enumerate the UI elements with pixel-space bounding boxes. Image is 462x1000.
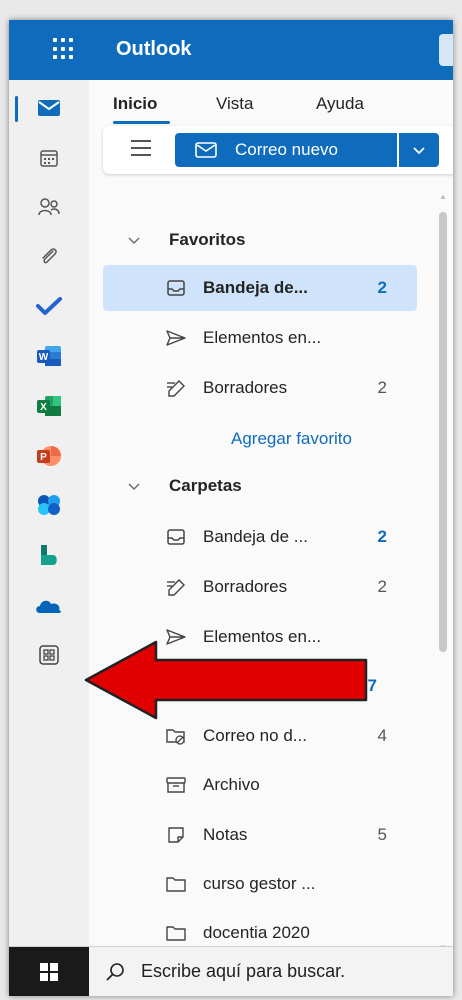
item-count: 2 [377, 577, 387, 596]
unread-count: 2 [377, 527, 387, 546]
folder-item-notes[interactable]: Notas 5 [103, 812, 417, 858]
list-item-label: Notas [203, 825, 248, 844]
folder-scrollbar[interactable]: ▲ ▼ [439, 192, 447, 952]
list-item-label: Bandeja de ... [203, 527, 308, 546]
svg-text:X: X [40, 402, 47, 413]
fav-item-sent[interactable]: Elementos en... [103, 315, 417, 361]
list-item-label: Borradores [203, 577, 288, 596]
rail-calendar[interactable] [9, 138, 89, 178]
send-icon [166, 330, 186, 346]
scroll-up-icon[interactable]: ▲ [439, 192, 447, 201]
app-title: Outlook [116, 38, 192, 60]
attach-icon [42, 248, 57, 264]
outlook-window: Outlook W X P Inicio Vista Ayuda Correo … [9, 20, 453, 996]
item-count: 4 [377, 726, 387, 745]
apps-icon [39, 645, 59, 665]
item-count: 5 [377, 825, 387, 844]
favorites-header[interactable]: Favoritos [103, 217, 417, 263]
inbox-icon [167, 529, 185, 545]
fav-item-inbox[interactable]: Bandeja de... 2 [103, 265, 417, 311]
app-launcher-icon[interactable] [53, 38, 75, 60]
folders-label: Carpetas [169, 476, 242, 495]
top-bar: Outlook [9, 20, 453, 80]
svg-text:P: P [40, 452, 47, 463]
start-button[interactable] [9, 947, 89, 996]
archive-icon [166, 777, 186, 793]
envelope-icon [195, 142, 217, 158]
office-icon [38, 495, 60, 515]
tab-selected-indicator [113, 121, 170, 124]
fav-item-drafts[interactable]: Borradores 2 [103, 365, 417, 411]
rail-bookings[interactable] [9, 535, 89, 575]
rail-onedrive[interactable] [9, 585, 89, 625]
red-arrow-annotation [84, 640, 368, 720]
onedrive-icon [36, 600, 61, 613]
svg-text:W: W [39, 352, 49, 363]
chevron-down-icon [128, 483, 140, 490]
calendar-icon [40, 150, 58, 167]
rail-word[interactable]: W [9, 336, 89, 376]
list-item-label: Archivo [203, 775, 260, 794]
junk-folder-icon [166, 729, 185, 745]
rail-powerpoint[interactable]: P [9, 436, 89, 476]
rail-apps[interactable] [9, 635, 89, 675]
folder-item-inbox[interactable]: Bandeja de ... 2 [103, 514, 417, 560]
list-item-label: Borradores [203, 378, 288, 397]
drafts-pencil-icon [167, 380, 185, 397]
windows-taskbar: Escribe aquí para buscar. [9, 946, 453, 996]
rail-mail[interactable] [9, 88, 89, 128]
todo-icon [36, 297, 62, 315]
taskbar-search-placeholder: Escribe aquí para buscar. [141, 961, 346, 981]
tab-vista[interactable]: Vista [216, 94, 254, 114]
app-rail: W X P [9, 80, 89, 947]
folder-item-drafts[interactable]: Borradores 2 [103, 564, 417, 610]
bookings-icon [41, 545, 57, 565]
tab-inicio[interactable]: Inicio [113, 94, 157, 114]
mail-icon [38, 100, 60, 116]
favorites-label: Favoritos [169, 230, 246, 249]
tab-ayuda[interactable]: Ayuda [316, 94, 364, 114]
top-search-box[interactable] [439, 34, 453, 66]
folder-item-archive[interactable]: Archivo [103, 762, 417, 808]
main-pane: Inicio Vista Ayuda Correo nuevo ▲ ▼ [89, 80, 453, 952]
chevron-down-icon [413, 147, 425, 155]
folder-icon [166, 877, 186, 892]
chevron-down-icon [128, 237, 140, 244]
drafts-pencil-icon [167, 579, 185, 596]
list-item-label: docentia 2020 [203, 923, 310, 942]
folders-header[interactable]: Carpetas [103, 463, 417, 509]
rail-todo[interactable] [9, 286, 89, 326]
word-icon: W [37, 346, 61, 366]
new-mail-dropdown[interactable] [399, 133, 439, 167]
rail-attachments[interactable] [9, 236, 89, 276]
windows-logo-icon [40, 962, 58, 981]
add-favorite-link[interactable]: Agregar favorito [231, 429, 352, 449]
item-count: 2 [377, 378, 387, 397]
rail-excel[interactable]: X [9, 386, 89, 426]
taskbar-search-box[interactable]: Escribe aquí para buscar. [89, 947, 453, 996]
powerpoint-icon: P [37, 446, 61, 466]
folder-icon [166, 926, 186, 941]
rail-office[interactable] [9, 485, 89, 525]
people-icon [38, 198, 60, 216]
ribbon-toolbar: Correo nuevo [103, 126, 453, 174]
search-icon [106, 962, 124, 981]
list-item-label: Elementos en... [203, 328, 322, 347]
new-mail-label: Correo nuevo [235, 140, 339, 159]
excel-icon: X [37, 396, 61, 416]
folder-item-curso[interactable]: curso gestor ... [103, 861, 417, 907]
menu-icon[interactable] [131, 140, 151, 156]
note-icon [168, 827, 184, 843]
list-item-label: Correo no d... [203, 726, 307, 745]
list-item-label: curso gestor ... [203, 874, 316, 893]
unread-count: 2 [377, 278, 387, 297]
scroll-thumb[interactable] [439, 212, 447, 652]
rail-people[interactable] [9, 187, 89, 227]
inbox-icon [167, 280, 185, 296]
list-item-label: Bandeja de... [203, 278, 308, 297]
new-mail-button[interactable]: Correo nuevo [175, 133, 397, 167]
